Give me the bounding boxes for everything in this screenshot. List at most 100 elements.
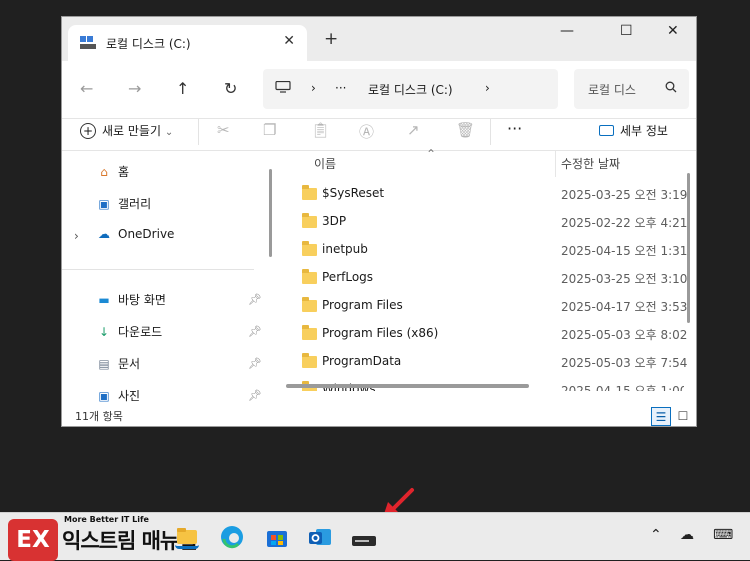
new-button-label: 새로 만들기 bbox=[102, 124, 162, 138]
copy-icon[interactable]: ❐ bbox=[263, 121, 276, 139]
search-icon bbox=[665, 81, 677, 93]
breadcrumb-chevron-icon[interactable]: › bbox=[485, 81, 490, 95]
table-row[interactable]: 3DP 2025-02-22 오후 4:21 bbox=[284, 209, 687, 237]
tab-close-icon[interactable]: ✕ bbox=[283, 33, 295, 49]
keyboard-icon[interactable]: ⌨ bbox=[713, 527, 733, 543]
details-view-button[interactable]: ☰ bbox=[651, 407, 671, 426]
terminal-icon[interactable] bbox=[352, 531, 376, 546]
sidebar-item-label: 다운로드 bbox=[118, 325, 163, 339]
file-date: 2025-03-25 오전 3:19 bbox=[561, 188, 688, 202]
new-button[interactable]: + 새로 만들기 ⌄ bbox=[80, 122, 173, 139]
status-bar: 11개 항목 ☰ ☐ bbox=[62, 406, 696, 426]
sidebar-item-pictures[interactable]: ▣ 사진 bbox=[95, 387, 140, 404]
pin-icon[interactable]: 📌︎ bbox=[248, 293, 262, 306]
item-count: 11개 항목 bbox=[75, 410, 123, 423]
sidebar-item-desktop[interactable]: ▬ 바탕 화면 bbox=[95, 291, 166, 308]
sidebar-item-documents[interactable]: ▤ 문서 bbox=[95, 355, 140, 372]
rename-icon[interactable]: Ⓐ bbox=[359, 121, 374, 142]
file-explorer-window: 로컬 디스크 (C:) ✕ + — ☐ ✕ ← → ↑ ↻ › ··· 로컬 디… bbox=[61, 16, 697, 427]
delete-icon[interactable]: 🗑︎ bbox=[456, 121, 475, 139]
expand-chevron-icon[interactable]: › bbox=[74, 229, 79, 243]
file-name: Program Files (x86) bbox=[322, 326, 439, 340]
show-hidden-icons-chevron-icon[interactable]: ⌃ bbox=[650, 527, 662, 543]
file-name: Program Files bbox=[322, 298, 403, 312]
folder-icon bbox=[302, 185, 317, 200]
onedrive-icon: ☁ bbox=[98, 227, 110, 241]
sidebar-item-gallery[interactable]: ▣ 갤러리 bbox=[95, 195, 151, 212]
sidebar-item-home[interactable]: ⌂ 홈 bbox=[95, 163, 129, 180]
folder-icon bbox=[302, 353, 317, 368]
horizontal-scrollbar[interactable] bbox=[286, 384, 529, 388]
breadcrumb-item[interactable]: 로컬 디스크 (C:) bbox=[368, 81, 453, 98]
table-row[interactable]: PerfLogs 2025-03-25 오전 3:10 bbox=[284, 265, 688, 293]
computer-icon bbox=[275, 81, 291, 93]
home-icon: ⌂ bbox=[100, 165, 108, 179]
column-header-name[interactable]: 이름 bbox=[314, 155, 336, 172]
folder-icon bbox=[302, 213, 317, 228]
back-button[interactable]: ← bbox=[80, 79, 93, 98]
more-options-button[interactable]: ··· bbox=[507, 119, 522, 138]
brand-logo: EX bbox=[8, 519, 58, 561]
pin-icon[interactable]: 📌︎ bbox=[248, 325, 262, 338]
command-bar: + 새로 만들기 ⌄ ✂ ❐ 📋︎ Ⓐ ↗ 🗑︎ ··· 세부 정보 bbox=[62, 119, 696, 151]
tiles-view-button[interactable]: ☐ bbox=[673, 407, 693, 426]
minimize-button[interactable]: — bbox=[560, 23, 574, 39]
sidebar-item-label: 문서 bbox=[118, 357, 141, 371]
gallery-icon: ▣ bbox=[98, 197, 110, 211]
table-row[interactable]: inetpub 2025-04-15 오전 1:31 bbox=[284, 237, 687, 265]
share-icon[interactable]: ↗ bbox=[407, 121, 420, 139]
vertical-scrollbar[interactable] bbox=[687, 173, 690, 323]
close-button[interactable]: ✕ bbox=[667, 23, 679, 39]
maximize-button[interactable]: ☐ bbox=[620, 23, 633, 39]
file-date: 2025-04-15 오후 1:00 bbox=[561, 384, 684, 391]
file-name: $SysReset bbox=[322, 186, 385, 200]
divider bbox=[198, 119, 199, 145]
sidebar-item-label: OneDrive bbox=[118, 227, 175, 241]
cut-icon[interactable]: ✂ bbox=[217, 121, 230, 139]
sidebar-item-label: 홈 bbox=[118, 165, 130, 179]
sidebar-item-downloads[interactable]: ↓ 다운로드 bbox=[95, 323, 162, 340]
details-pane-button[interactable]: 세부 정보 bbox=[599, 122, 668, 139]
new-tab-button[interactable]: + bbox=[324, 29, 338, 49]
download-icon: ↓ bbox=[98, 325, 110, 339]
file-name: ProgramData bbox=[322, 354, 402, 368]
cloud-offline-icon[interactable]: ☁ bbox=[680, 527, 694, 543]
search-box[interactable]: 로컬 디스 bbox=[574, 69, 689, 109]
paste-icon[interactable]: 📋︎ bbox=[311, 121, 330, 139]
sidebar-item-label: 갤러리 bbox=[118, 197, 152, 211]
sidebar-item-onedrive[interactable]: ☁ OneDrive bbox=[95, 227, 174, 241]
sidebar-item-label: 사진 bbox=[118, 389, 141, 403]
folder-icon bbox=[302, 297, 317, 312]
forward-button[interactable]: → bbox=[128, 79, 141, 98]
sidebar-item-label: 바탕 화면 bbox=[118, 293, 166, 307]
pin-icon[interactable]: 📌︎ bbox=[248, 389, 262, 402]
breadcrumb-overflow-button[interactable]: ··· bbox=[335, 81, 346, 95]
up-button[interactable]: ↑ bbox=[176, 79, 189, 98]
address-bar[interactable]: › ··· 로컬 디스크 (C:) › bbox=[263, 69, 558, 109]
table-row[interactable]: Program Files 2025-04-17 오전 3:53 bbox=[284, 293, 687, 321]
file-name: PerfLogs bbox=[322, 270, 374, 284]
explorer-icon[interactable] bbox=[175, 525, 199, 549]
pictures-icon: ▣ bbox=[98, 389, 110, 403]
column-header-date[interactable]: 수정한 날짜 bbox=[561, 155, 620, 172]
table-row[interactable]: Program Files (x86) 2025-05-03 오후 8:02 bbox=[284, 321, 688, 349]
refresh-button[interactable]: ↻ bbox=[224, 79, 237, 98]
file-name: 3DP bbox=[322, 214, 347, 228]
edge-icon[interactable] bbox=[220, 525, 244, 549]
search-input[interactable]: 로컬 디스 bbox=[588, 81, 636, 98]
folder-icon bbox=[302, 325, 317, 340]
file-date: 2025-05-03 오후 8:02 bbox=[561, 328, 688, 342]
store-icon[interactable] bbox=[265, 525, 289, 549]
brand-tagline: More Better IT Life bbox=[64, 515, 149, 524]
tab-local-disk[interactable]: 로컬 디스크 (C:) ✕ bbox=[68, 25, 307, 61]
divider bbox=[62, 269, 254, 270]
file-date: 2025-03-25 오전 3:10 bbox=[561, 272, 688, 286]
sidebar-scrollbar[interactable] bbox=[269, 169, 272, 257]
table-row[interactable]: ProgramData 2025-05-03 오후 7:54 bbox=[284, 349, 687, 377]
file-list: ⌃ 이름 수정한 날짜 $SysReset 2025-03-25 오전 3:19… bbox=[284, 147, 696, 407]
column-divider[interactable] bbox=[555, 151, 556, 177]
pin-icon[interactable]: 📌︎ bbox=[248, 357, 262, 370]
outlook-icon[interactable] bbox=[308, 525, 332, 549]
add-icon: + bbox=[80, 123, 96, 139]
table-row[interactable]: $SysReset 2025-03-25 오전 3:19 bbox=[284, 181, 688, 209]
